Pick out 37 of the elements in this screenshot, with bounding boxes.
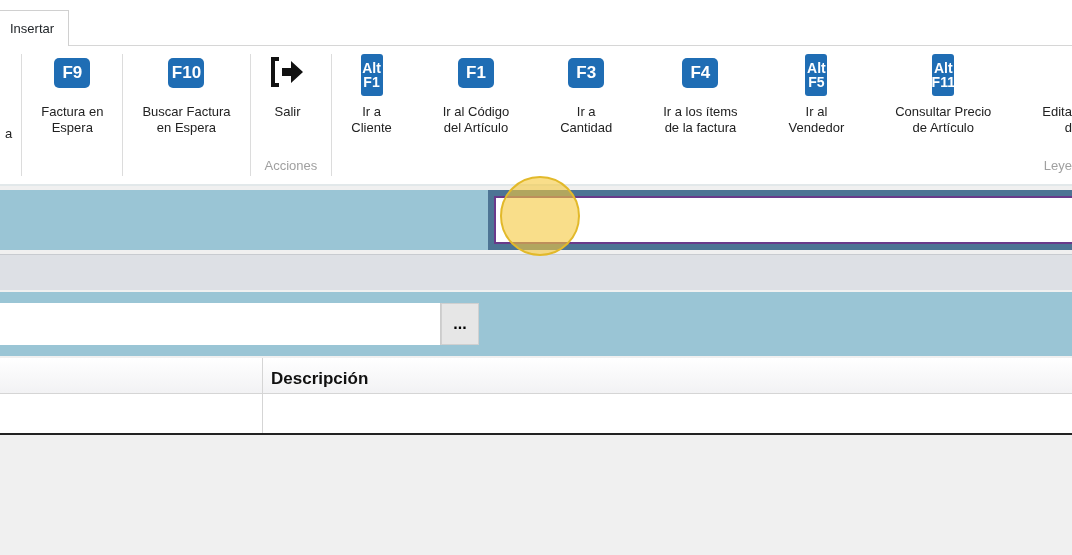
button-label: a (5, 126, 13, 143)
button-label: Buscar Factura en Espera (142, 104, 231, 137)
shortcut-key-icon: Alt F5 (805, 54, 828, 96)
button-label: Ir a Cliente (351, 104, 392, 137)
button-label: Ir a los ítems de la factura (663, 104, 738, 137)
ribbon-button[interactable]: F3 Ir a Cantidad (555, 54, 618, 137)
button-label: Ir al Vendedor (788, 104, 845, 137)
ribbon-button[interactable]: Edita d (1037, 54, 1072, 137)
button-label: Salir (274, 104, 301, 121)
button-label: Ir a Cantidad (560, 104, 613, 137)
group-label: Leye (1042, 157, 1072, 175)
shortcut-key-icon: Alt F11 (932, 54, 955, 96)
button-label: Edita d (1042, 104, 1072, 137)
ribbon-button[interactable]: Alt F11 Consultar Precio de Artículo (890, 54, 997, 137)
shortcut-key-icon: F1 (457, 58, 494, 88)
ribbon-button[interactable]: Alt F1 Ir a Cliente (346, 54, 397, 137)
button-label: Factura en Espera (41, 104, 104, 137)
ribbon-button[interactable]: a (0, 54, 18, 143)
shortcut-key-icon: F4 (682, 58, 719, 88)
article-field[interactable] (0, 303, 441, 345)
ribbon-button[interactable]: F1 Ir al Código del Artículo (437, 54, 515, 137)
ribbon-button[interactable]: Alt F5 Ir al Vendedor (783, 54, 850, 137)
ribbon-button[interactable]: F10 Buscar Factura en Espera (137, 54, 236, 137)
ribbon-button[interactable]: Salir (264, 54, 311, 121)
column-header: Descripción (270, 368, 370, 390)
button-label: Ir al Código del Artículo (442, 104, 510, 137)
shortcut-key-icon: F10 (168, 58, 205, 88)
ribbon-button[interactable]: F9 Factura en Espera (36, 54, 109, 137)
group-label: Acciones (264, 157, 318, 175)
browse-button[interactable]: ... (441, 303, 479, 345)
button-label: Consultar Precio de Artículo (895, 104, 992, 137)
ribbon-tab[interactable]: Insertar (0, 10, 70, 46)
shortcut-key-icon: F9 (54, 58, 91, 88)
shortcut-key-icon: Alt F1 (360, 54, 383, 96)
search-field[interactable] (494, 196, 1072, 244)
ribbon-button[interactable]: F4 Ir a los ítems de la factura (658, 54, 743, 137)
shortcut-key-icon: F3 (568, 58, 605, 88)
